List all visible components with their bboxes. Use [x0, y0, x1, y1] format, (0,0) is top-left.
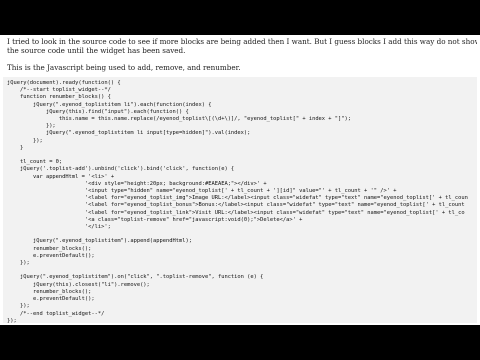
page-content: I tried to look in the source code to se… — [0, 35, 480, 325]
post-paragraph-js-intro: This is the Javascript being used to add… — [7, 63, 241, 72]
post-paragraph: I tried to look in the source code to se… — [7, 37, 477, 46]
code-block[interactable]: jQuery(document).ready(function() { /*--… — [3, 77, 477, 323]
code-text: jQuery(document).ready(function() { /*--… — [7, 80, 468, 323]
post-paragraph-continuation: the source code until the widget has bee… — [7, 46, 186, 55]
